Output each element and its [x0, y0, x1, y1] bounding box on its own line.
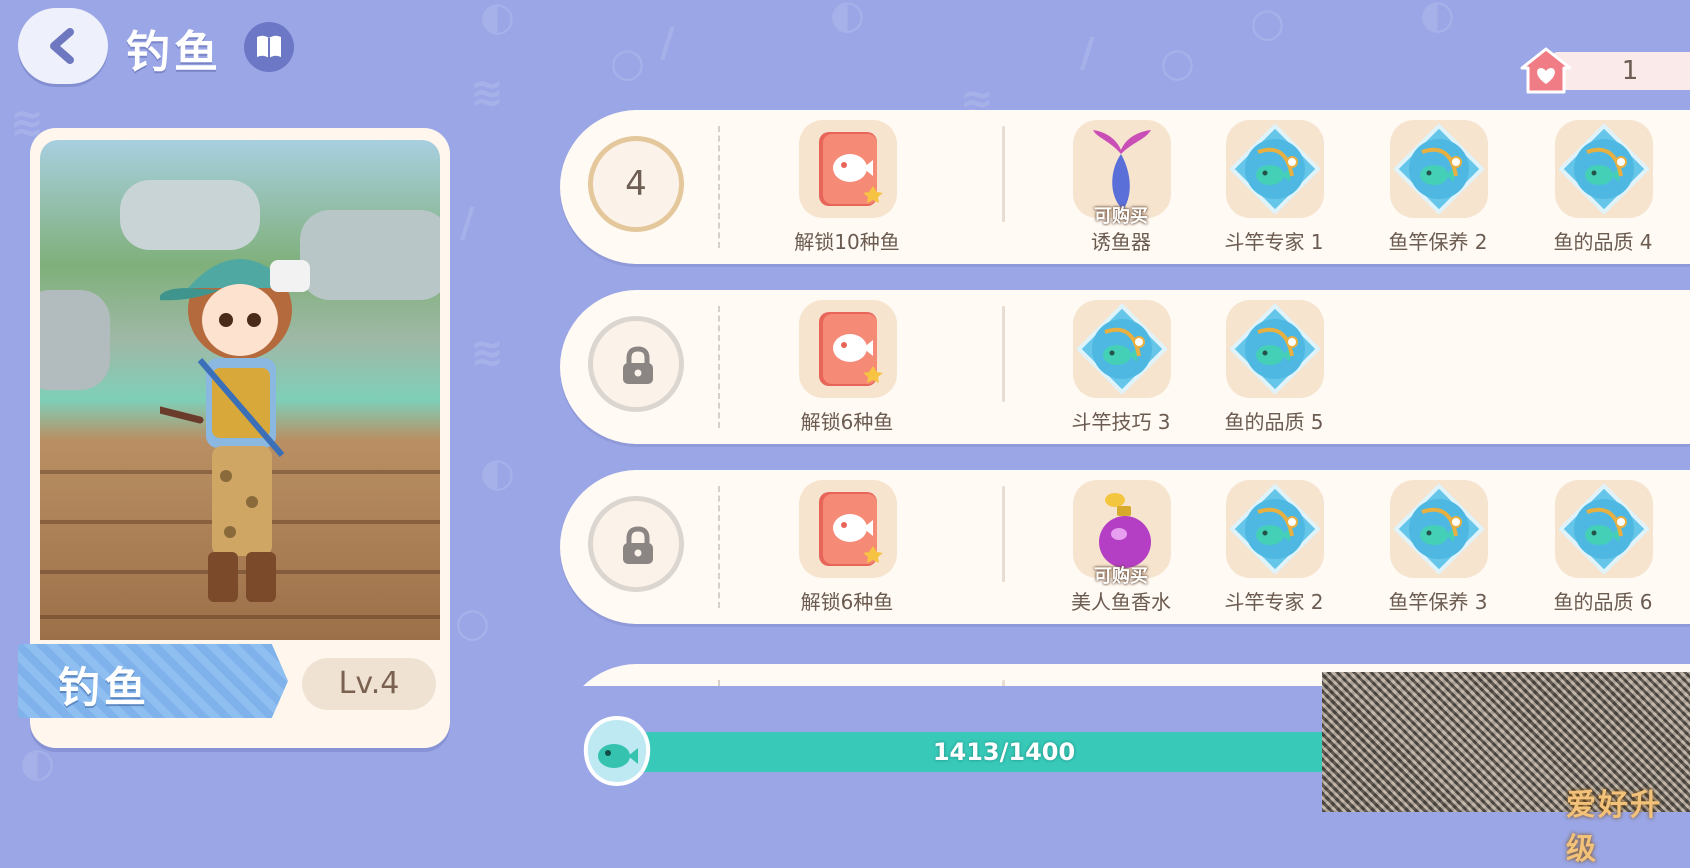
reward-item-fish-quality-6[interactable]: 鱼的品质 6: [1538, 480, 1668, 616]
progress-text: 1413/1400: [932, 738, 1076, 766]
page-title: 钓鱼: [126, 27, 222, 78]
home-points-value: 1: [1621, 56, 1639, 86]
back-arrow-icon: [50, 28, 74, 64]
reward-item-rod-skill-3[interactable]: 斗竿技巧 3: [1056, 300, 1186, 436]
reward-label: 诱鱼器: [1091, 230, 1151, 254]
reward-label: 鱼的品质 6: [1553, 590, 1653, 614]
locked-level-badge: [588, 496, 684, 592]
reward-row-level-4: 4 解锁10种鱼 可购买 诱鱼器 斗竿专家 1 鱼竿保养 2 鱼的品质 4: [560, 110, 1690, 264]
reward-item-mermaid-perfume[interactable]: 可购买 美人鱼香水: [1056, 480, 1186, 616]
purchasable-tag: 可购买: [1094, 566, 1148, 587]
reward-list[interactable]: 4 解锁10种鱼 可购买 诱鱼器 斗竿专家 1 鱼竿保养 2 鱼的品质 4 解锁…: [560, 110, 1690, 686]
padlock-icon: [623, 346, 653, 384]
fish-rod-badge-icon: [1230, 124, 1320, 214]
reward-row-locked-2: 解锁6种鱼 可购买 美人鱼香水 斗竿专家 2 鱼竿保养 3 鱼的品质 6: [560, 470, 1690, 624]
reward-label: 鱼竿保养 3: [1388, 590, 1488, 614]
fisher-girl-figure: [160, 259, 310, 602]
fish-rod-badge-icon: [1230, 304, 1320, 394]
fish-book-icon: [819, 492, 883, 566]
reward-item-fish-quality-4[interactable]: 鱼的品质 4: [1538, 120, 1668, 256]
fish-book-icon: [819, 132, 883, 206]
purchasable-tag: 可购买: [1094, 206, 1148, 227]
skill-name: 钓鱼: [58, 663, 151, 712]
reward-item-rod-maintenance-2[interactable]: 鱼竿保养 2: [1373, 120, 1503, 256]
reward-label: 鱼的品质 5: [1224, 410, 1324, 434]
reward-item-rod-maintenance-3[interactable]: 鱼竿保养 3: [1373, 480, 1503, 616]
reward-label: 斗竿技巧 3: [1071, 410, 1171, 434]
unlock-fish-reward[interactable]: 解锁6种鱼: [782, 300, 912, 436]
character-card: 钓鱼 Lv.4: [18, 128, 450, 748]
back-button[interactable]: [18, 8, 108, 84]
locked-level-badge: [588, 316, 684, 412]
reward-item-lure[interactable]: 可购买 诱鱼器: [1056, 120, 1186, 256]
reward-label: 美人鱼香水: [1071, 590, 1171, 614]
skill-level-badge: Lv.4: [302, 658, 436, 710]
home-points-counter: 1: [1520, 46, 1690, 94]
guide-book-button[interactable]: [244, 22, 294, 72]
character-portrait: [40, 140, 440, 640]
fish-book-icon: [819, 312, 883, 386]
reward-label: 鱼竿保养 2: [1388, 230, 1488, 254]
reward-label: 鱼的品质 4: [1553, 230, 1653, 254]
fish-rod-badge-icon: [1077, 304, 1167, 394]
reward-item-rod-expert-2[interactable]: 斗竿专家 2: [1209, 480, 1339, 616]
watermark-text: 爱好升级: [1566, 788, 1662, 867]
fish-rod-badge-icon: [1394, 484, 1484, 574]
fish-rod-badge-icon: [1559, 124, 1649, 214]
reward-item-fish-quality-5[interactable]: 鱼的品质 5: [1209, 300, 1339, 436]
fish-shell-icon: [583, 715, 651, 787]
unlock-fish-label: 解锁6种鱼: [800, 410, 894, 434]
house-heart-icon: [1520, 47, 1572, 94]
reward-item-rod-expert-1[interactable]: 斗竿专家 1: [1209, 120, 1339, 256]
reward-row-locked-1: 解锁6种鱼 斗竿技巧 3 鱼的品质 5: [560, 290, 1690, 444]
padlock-icon: [623, 526, 653, 564]
fish-rod-badge-icon: [1230, 484, 1320, 574]
unlock-fish-label: 解锁6种鱼: [800, 590, 894, 614]
unlock-fish-label: 解锁10种鱼: [794, 230, 900, 254]
level-number-badge: 4: [588, 136, 684, 232]
unlock-fish-reward[interactable]: 解锁10种鱼: [782, 120, 912, 256]
reward-label: 斗竿专家 1: [1224, 230, 1324, 254]
fish-rod-badge-icon: [1394, 124, 1484, 214]
unlock-fish-reward[interactable]: 解锁6种鱼: [782, 480, 912, 616]
fish-rod-badge-icon: [1559, 484, 1649, 574]
reward-label: 斗竿专家 2: [1224, 590, 1324, 614]
book-icon: [257, 35, 281, 58]
